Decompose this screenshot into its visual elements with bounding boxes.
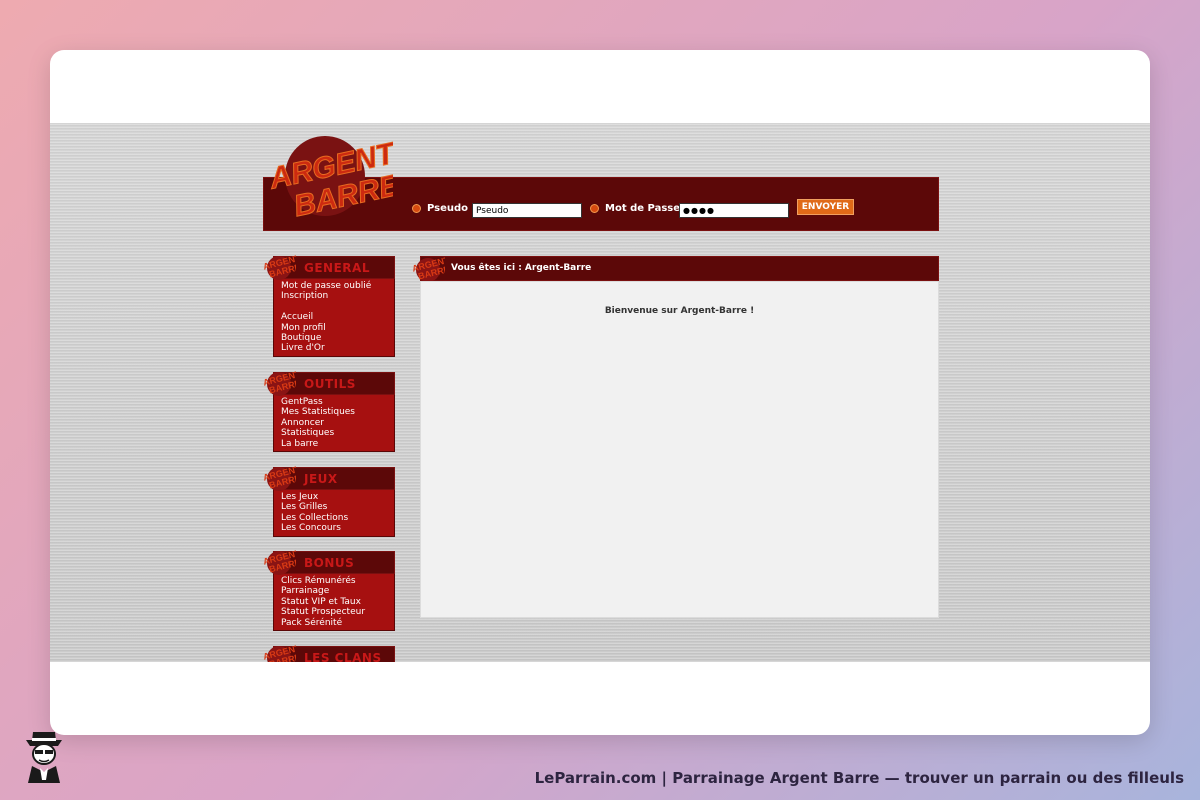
link-prospector-status[interactable]: Statut Prospecteur: [281, 607, 394, 617]
welcome-message: Bienvenue sur Argent-Barre !: [604, 306, 755, 316]
menu-title: JEUX: [304, 472, 338, 486]
link-profile[interactable]: Mon profil: [281, 323, 394, 333]
menu-body: Les Jeux Les Grilles Les Collections Les…: [273, 490, 395, 537]
mini-logo-icon: ARGENTBARRE: [262, 253, 296, 280]
link-collections[interactable]: Les Collections: [281, 513, 394, 523]
menu-header: ARGENT BARRE OUTILS: [262, 369, 395, 396]
link-referral[interactable]: Parrainage: [281, 586, 394, 596]
menu-clans: ARGENT BARRE LES CLANS: [262, 643, 395, 662]
menu-spacer: [281, 302, 394, 312]
bullet-icon: [590, 203, 599, 213]
menu-body: GentPass Mes Statistiques Annoncer Stati…: [273, 395, 395, 453]
link-my-stats[interactable]: Mes Statistiques: [281, 407, 394, 417]
link-gentpass[interactable]: GentPass: [281, 397, 394, 407]
menu-title: LES CLANS: [304, 651, 382, 662]
link-advertise[interactable]: Annoncer: [281, 418, 394, 428]
link-grids[interactable]: Les Grilles: [281, 502, 394, 512]
menu-body: Mot de passe oublié Inscription Accueil …: [273, 279, 395, 357]
password-input[interactable]: ●●●●: [679, 203, 789, 218]
menu-header: ARGENT BARRE GENERAL: [262, 253, 395, 280]
site-logo-graphic: ARGENT BARRE: [265, 136, 403, 224]
link-games[interactable]: Les Jeux: [281, 492, 394, 502]
password-label: Mot de Passe :: [605, 203, 688, 214]
mini-logo-icon: ARGENTBARRE: [262, 643, 296, 662]
bullet-icon: [412, 203, 421, 213]
content-panel: Bienvenue sur Argent-Barre !: [420, 281, 939, 618]
link-register[interactable]: Inscription: [281, 291, 394, 301]
menu-title: GENERAL: [304, 261, 370, 275]
link-toolbar[interactable]: La barre: [281, 439, 394, 449]
link-contests[interactable]: Les Concours: [281, 523, 394, 533]
website-screenshot: ARGENT BARRE Pseudo : Pseudo Mot de Pass…: [50, 123, 1150, 662]
mini-logo-icon: ARGENTBARRE: [262, 464, 296, 491]
submit-button[interactable]: ENVOYER: [797, 199, 854, 215]
browser-card: ARGENT BARRE Pseudo : Pseudo Mot de Pass…: [50, 50, 1150, 735]
menu-outils: ARGENT BARRE OUTILS GentPass Mes Statisti…: [262, 369, 395, 453]
menu-bonus: ARGENT BARRE BONUS Clics Rémunérés Parrai…: [262, 548, 395, 632]
link-shop[interactable]: Boutique: [281, 333, 394, 343]
menu-general: ARGENT BARRE GENERAL Mot de passe oublié …: [262, 253, 395, 357]
password-label-group: Mot de Passe :: [590, 203, 687, 214]
pseudo-input[interactable]: Pseudo: [472, 203, 582, 218]
menu-body: Clics Rémunérés Parrainage Statut VIP et…: [273, 574, 395, 632]
site-logo[interactable]: ARGENT BARRE: [263, 128, 403, 228]
page-caption: LeParrain.com | Parrainage Argent Barre …: [534, 769, 1184, 787]
menu-header: ARGENT BARRE JEUX: [262, 464, 395, 491]
link-stats[interactable]: Statistiques: [281, 428, 394, 438]
content-header: ARGENT BARRE Vous êtes ici : Argent-Barre: [411, 255, 939, 282]
link-serenity-pack[interactable]: Pack Sérénité: [281, 618, 394, 628]
mascot-icon: [26, 732, 62, 783]
menu-title: BONUS: [304, 556, 355, 570]
link-home[interactable]: Accueil: [281, 312, 394, 322]
breadcrumb: Vous êtes ici : Argent-Barre: [451, 263, 592, 273]
mini-logo-icon: ARGENTBARRE: [262, 369, 296, 396]
link-guestbook[interactable]: Livre d'Or: [281, 343, 394, 353]
pseudo-label-group: Pseudo :: [412, 203, 476, 214]
link-vip-status[interactable]: Statut VIP et Taux: [281, 597, 394, 607]
link-forgot-password[interactable]: Mot de passe oublié: [281, 281, 394, 291]
menu-header: ARGENT BARRE BONUS: [262, 548, 395, 575]
menu-title: OUTILS: [304, 377, 356, 391]
pseudo-label: Pseudo :: [427, 203, 476, 214]
menu-jeux: ARGENT BARRE JEUX Les Jeux Les Grilles Le…: [262, 464, 395, 537]
link-paid-clicks[interactable]: Clics Rémunérés: [281, 576, 394, 586]
menu-header: ARGENT BARRE LES CLANS: [262, 643, 395, 662]
mini-logo-icon: ARGENTBARRE: [262, 548, 296, 575]
